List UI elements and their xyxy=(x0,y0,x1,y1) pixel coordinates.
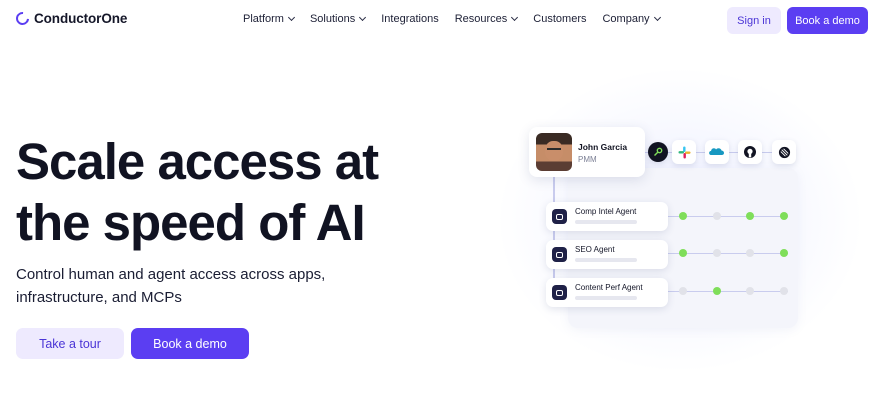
status-dot xyxy=(746,249,754,257)
robot-icon xyxy=(552,247,567,262)
status-dot xyxy=(746,212,754,220)
nav-item-label: Platform xyxy=(243,13,284,25)
user-name: John Garcia xyxy=(578,142,628,152)
nav-item-resources[interactable]: Resources xyxy=(454,13,519,25)
hero-title: Scale access at the speed of AI xyxy=(16,131,436,253)
agent-card: Content Perf Agent xyxy=(546,278,668,307)
agent-card: SEO Agent xyxy=(546,240,668,269)
brand-name: ConductorOne xyxy=(34,11,128,26)
status-dot xyxy=(780,212,788,220)
github-icon xyxy=(738,140,762,164)
chevron-down-icon xyxy=(287,13,296,22)
nav-item-label: Company xyxy=(602,13,650,25)
hero-subtitle-line: infrastructure, and MCPs xyxy=(16,289,182,306)
nav-item-integrations[interactable]: Integrations xyxy=(381,13,438,25)
nav-item-label: Resources xyxy=(454,13,508,25)
status-dot xyxy=(713,249,721,257)
agent-name: Comp Intel Agent xyxy=(575,207,637,216)
nav-item-solutions[interactable]: Solutions xyxy=(309,13,367,25)
agent-card: Comp Intel Agent xyxy=(546,202,668,231)
chevron-down-icon xyxy=(359,13,367,22)
status-dot xyxy=(679,249,687,257)
nav-item-company[interactable]: Company xyxy=(602,13,661,25)
agent-name: Content Perf Agent xyxy=(575,283,643,292)
status-dot xyxy=(746,287,754,295)
brand-logo[interactable]: ConductorOne xyxy=(13,9,128,28)
linear-icon xyxy=(772,140,796,164)
salesforce-icon xyxy=(705,140,729,164)
avatar-glasses xyxy=(547,148,561,152)
agent-placeholder-bar xyxy=(575,296,637,300)
agent-placeholder-bar xyxy=(575,258,637,262)
hero-title-line: Scale access at xyxy=(16,133,379,190)
take-tour-button[interactable]: Take a tour xyxy=(16,328,124,359)
hero-subtitle-line: Control human and agent access across ap… xyxy=(16,266,326,283)
nav-item-customers[interactable]: Customers xyxy=(533,13,586,25)
chevron-down-icon xyxy=(511,13,519,22)
chevron-down-icon xyxy=(653,13,661,22)
nav-item-label: Integrations xyxy=(381,13,439,25)
robot-icon xyxy=(552,209,567,224)
status-dot xyxy=(780,287,788,295)
nav-item-platform[interactable]: Platform xyxy=(243,13,296,25)
main-menu: Platform Solutions Integrations Resource… xyxy=(243,13,676,25)
status-dot xyxy=(679,212,687,220)
hero-book-demo-button[interactable]: Book a demo xyxy=(131,328,249,359)
slack-icon xyxy=(672,140,696,164)
key-app-icon xyxy=(648,142,668,162)
top-nav: ConductorOne Platform Solutions Integrat… xyxy=(0,0,880,42)
user-role: PMM xyxy=(578,155,597,164)
agent-name: SEO Agent xyxy=(575,245,615,254)
hero-subtitle: Control human and agent access across ap… xyxy=(16,263,356,309)
nav-item-label: Solutions xyxy=(309,13,356,25)
nav-book-demo-button[interactable]: Book a demo xyxy=(787,7,868,34)
hero-title-line: the speed of AI xyxy=(16,194,366,251)
status-dot xyxy=(679,287,687,295)
user-card: John Garcia PMM xyxy=(529,127,645,177)
robot-icon xyxy=(552,285,567,300)
avatar xyxy=(536,133,572,171)
connector-line xyxy=(553,175,555,295)
status-dot xyxy=(713,287,721,295)
conductorone-logo-icon xyxy=(13,9,32,28)
status-dot xyxy=(780,249,788,257)
nav-item-label: Customers xyxy=(533,13,587,25)
agent-placeholder-bar xyxy=(575,220,637,224)
status-dot xyxy=(713,212,721,220)
sign-in-button[interactable]: Sign in xyxy=(727,7,781,34)
